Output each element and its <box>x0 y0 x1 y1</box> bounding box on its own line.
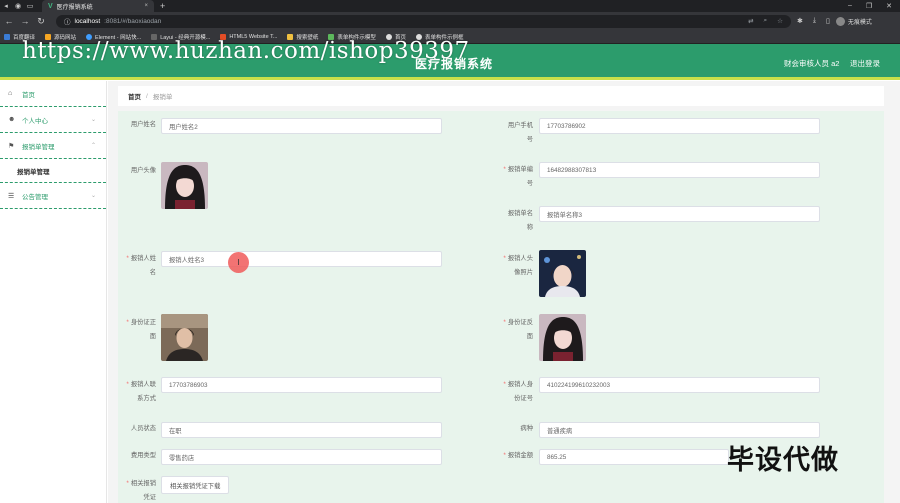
vue-favicon-icon: V <box>48 2 53 10</box>
claimant-phone-field[interactable]: 17703786903 <box>161 377 442 393</box>
url-input[interactable]: ⓘ localhost:8081/#/baoxiaodan ⇄ ⌕ ☆ <box>56 14 791 28</box>
tab-title: 医疗报销系统 <box>56 4 93 11</box>
required-star: * <box>503 166 506 173</box>
watermark-url: https://www.huzhan.com/ishop39397 <box>22 38 470 64</box>
claimant-id-label: * 报销人身 份证号 <box>503 381 533 402</box>
sidebar-subitem-claim-list[interactable]: 报销单管理 <box>0 159 106 183</box>
voucher-download-button[interactable]: 相关报销凭证下载 <box>161 476 230 494</box>
zoom-icon[interactable]: ⌕ <box>764 17 768 25</box>
browser-tab-bar: ◂ ◉ ▭ V 医疗报销系统 × + – ❐ ✕ <box>0 0 900 12</box>
url-host: localhost <box>74 17 101 25</box>
downloads-icon[interactable]: ⤓ <box>813 17 816 25</box>
browser-tab[interactable]: V 医疗报销系统 × <box>42 0 154 12</box>
sidebar-item-announcements[interactable]: ☰ 公告管理 ⌄ <box>0 183 106 209</box>
reload-icon[interactable]: ↻ <box>36 16 46 27</box>
user-name-field[interactable]: 用户姓名2 <box>161 118 442 134</box>
fee-type-label: 费用类型 <box>130 452 156 459</box>
extension-icon[interactable]: ✱ <box>797 17 803 25</box>
logout-link[interactable]: 退出登录 <box>850 58 880 69</box>
sidebar-item-home[interactable]: ⌂ 首页 <box>0 81 106 107</box>
status-field[interactable]: 在职 <box>161 422 442 438</box>
bookmark-favicon-icon <box>4 33 10 40</box>
sidebar-item-claim-management[interactable]: ⚑ 报销单管理 ⌃ <box>0 133 106 159</box>
incognito-profile[interactable]: 无痕模式 <box>835 16 872 26</box>
click-indicator: I <box>228 252 249 273</box>
sidebar-item-label: 公告管理 <box>22 193 48 201</box>
claimant-name-label: * 报销人姓名 <box>126 255 156 276</box>
home-icon: ⌂ <box>8 90 13 97</box>
claim-name-field[interactable]: 报销单名称3 <box>539 206 820 222</box>
url-path: :8081/#/baoxiaodan <box>104 17 162 25</box>
required-star: * <box>503 255 506 262</box>
claimant-photo-label: * 报销人头 像照片 <box>503 255 533 276</box>
required-star: * <box>126 381 129 388</box>
user-name-label: 用户姓名 <box>130 121 156 128</box>
id-back-label: * 身份证反面 <box>503 319 533 340</box>
user-phone-field[interactable]: 17703786902 <box>539 118 820 134</box>
claimant-phone-label: * 报销人联 系方式 <box>126 381 156 402</box>
close-window-icon[interactable]: ✕ <box>886 2 892 10</box>
disease-label: 病种 <box>520 425 533 432</box>
required-star: * <box>503 381 506 388</box>
amount-field[interactable]: 865.25 <box>539 449 729 465</box>
claimant-name-field[interactable]: 报销人姓名3 <box>161 251 442 267</box>
bookmark-star-icon[interactable]: ☆ <box>777 17 783 25</box>
claim-number-field[interactable]: 1648298830781З <box>539 162 820 178</box>
flag-icon: ⚑ <box>8 142 15 150</box>
new-tab-icon[interactable]: + <box>160 1 165 11</box>
translate-icon[interactable]: ⇄ <box>748 17 753 25</box>
profile-label: 无痕模式 <box>847 19 872 26</box>
info-icon[interactable]: ⓘ <box>64 16 71 26</box>
id-back-image[interactable] <box>539 314 586 361</box>
back-history-icon[interactable]: ◂ <box>0 0 12 12</box>
current-user-label: 财会审核人员 a2 <box>784 59 840 68</box>
browser-logo-icon: ◉ <box>14 3 22 10</box>
status-label: 人员状态 <box>130 425 156 432</box>
claim-name-label: 报销单名称 <box>507 210 533 231</box>
sidebar-item-label: 首页 <box>22 91 35 99</box>
sidebar-item-label: 报销单管理 <box>22 143 55 151</box>
corner-watermark-text: 毕设代做 <box>727 445 839 476</box>
breadcrumb-home[interactable]: 首页 <box>128 91 141 101</box>
back-icon[interactable]: ← <box>4 16 14 26</box>
required-star: * <box>503 319 506 326</box>
claimant-photo-image[interactable] <box>539 250 586 297</box>
disease-field[interactable]: 普通疾病 <box>539 422 820 438</box>
claimant-id-field[interactable]: 410224199610232003 <box>539 377 820 393</box>
sidebar-item-label: 报销单管理 <box>17 168 50 176</box>
minimize-icon[interactable]: – <box>848 2 852 10</box>
breadcrumb-current: 报销单 <box>152 94 173 101</box>
breadcrumb-separator: / <box>146 92 148 100</box>
required-star: * <box>503 452 506 459</box>
amount-label: * 报销金额 <box>503 452 533 459</box>
user-avatar-image[interactable] <box>161 162 208 209</box>
chevron-up-icon: ⌃ <box>90 143 96 149</box>
user-phone-label: 用户手机号 <box>507 122 533 143</box>
incognito-avatar-icon <box>835 16 845 26</box>
list-icon: ☰ <box>8 192 15 200</box>
sidebar-item-personal-center[interactable]: ☻ 个人中心 ⌄ <box>0 107 106 133</box>
sidebar-item-label: 个人中心 <box>22 117 48 125</box>
forward-icon[interactable]: → <box>20 16 30 26</box>
claim-number-label: * 报销单编号 <box>503 166 533 187</box>
user-icon: ☻ <box>8 116 16 123</box>
required-star: * <box>126 319 129 326</box>
sidebar-toggle-icon[interactable]: ▯ <box>826 17 830 25</box>
voucher-label: * 相关报销 凭证 <box>126 480 156 501</box>
close-tab-icon[interactable]: × <box>144 3 148 9</box>
fee-type-field[interactable]: 零售药店 <box>161 449 442 465</box>
address-bar: ← → ↻ ⓘ localhost:8081/#/baoxiaodan ⇄ ⌕ … <box>0 12 900 30</box>
required-star: * <box>126 480 129 487</box>
chevron-down-icon: ⌄ <box>90 193 96 199</box>
id-front-label: * 身份证正面 <box>126 319 156 340</box>
required-star: * <box>126 255 129 262</box>
id-front-image[interactable] <box>161 314 208 361</box>
text-cursor-icon: I <box>237 258 240 267</box>
window-icon[interactable]: ▭ <box>24 0 36 12</box>
maximize-icon[interactable]: ❐ <box>866 2 872 10</box>
breadcrumb: 首页 / 报销单 <box>118 86 884 106</box>
user-avatar-label: 用户头像 <box>130 167 156 174</box>
chevron-down-icon: ⌄ <box>90 117 96 123</box>
sidebar-menu: ⌂ 首页 ☻ 个人中心 ⌄ ⚑ 报销单管理 ⌃ 报销单管理 ☰ 公告管理 ⌄ <box>0 81 107 503</box>
